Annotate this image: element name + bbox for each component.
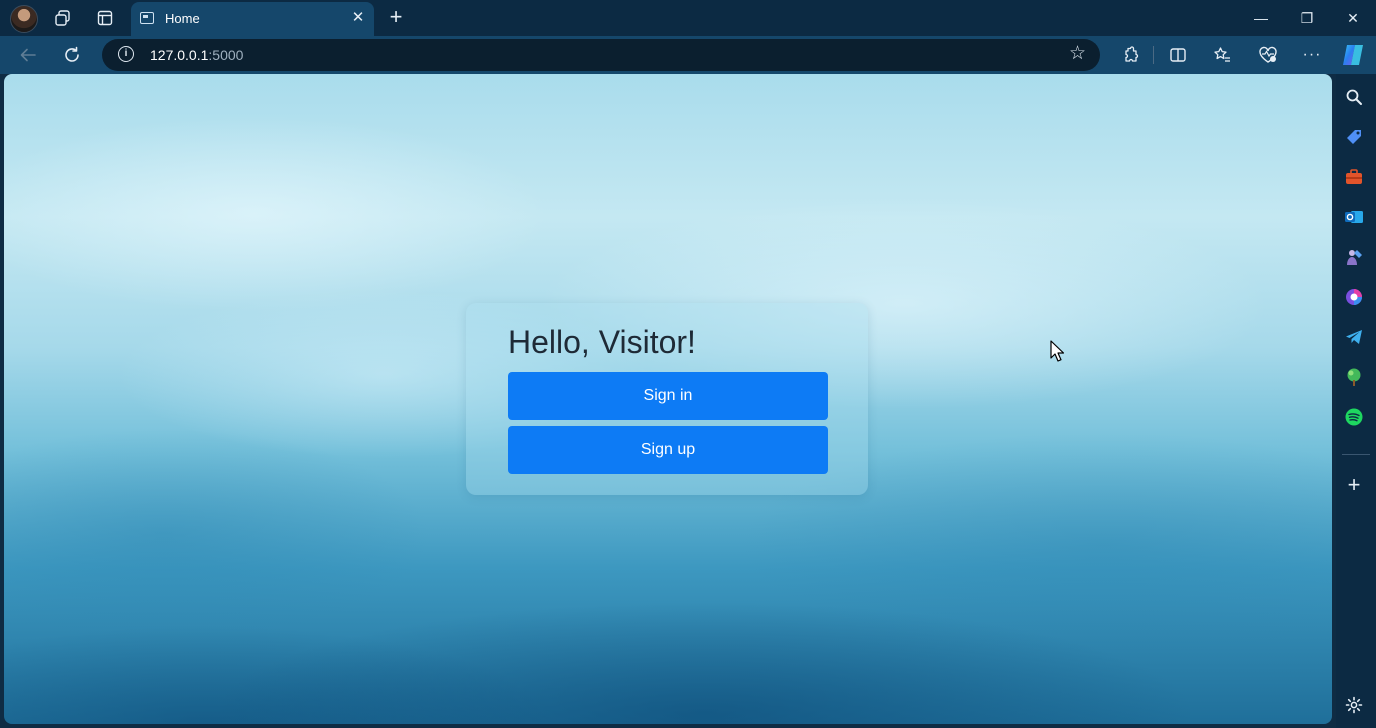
- browser-essentials-button[interactable]: [1254, 41, 1282, 69]
- copilot-sidebar-icon[interactable]: [1344, 287, 1364, 307]
- site-info-icon[interactable]: i: [118, 46, 134, 62]
- page-heading: Hello, Visitor!: [508, 324, 696, 360]
- spotify-icon[interactable]: [1344, 407, 1364, 427]
- address-bar[interactable]: i 127.0.0.1:5000 ☆: [102, 39, 1100, 71]
- search-icon[interactable]: [1344, 87, 1364, 107]
- edge-sidebar: +: [1336, 74, 1376, 728]
- back-button[interactable]: [14, 41, 42, 69]
- toolbar-separator: [1153, 46, 1154, 64]
- shopping-tag-icon[interactable]: [1344, 127, 1364, 147]
- puzzle-icon: [1125, 46, 1139, 62]
- outlook-icon[interactable]: [1344, 207, 1364, 227]
- sign-up-button[interactable]: Sign up: [508, 426, 828, 474]
- favorites-button[interactable]: [1208, 41, 1236, 69]
- sidebar-separator: [1342, 454, 1370, 455]
- restore-button[interactable]: ❐: [1284, 6, 1330, 30]
- settings-icon[interactable]: [1344, 695, 1364, 715]
- favorite-star-icon[interactable]: ☆: [1069, 44, 1086, 64]
- back-arrow-icon: [20, 48, 36, 62]
- tree-icon[interactable]: [1344, 367, 1364, 387]
- tools-icon[interactable]: [1344, 167, 1364, 187]
- welcome-card: Hello, Visitor! Sign in Sign up: [466, 303, 868, 495]
- page-viewport: Hello, Visitor! Sign in Sign up: [4, 74, 1332, 724]
- tab-close-icon[interactable]: ✕: [350, 10, 366, 26]
- telegram-icon[interactable]: [1344, 327, 1364, 347]
- more-options-button[interactable]: ···: [1298, 41, 1326, 69]
- favorites-icon: [1214, 47, 1230, 62]
- url-port: :5000: [208, 47, 244, 63]
- minimize-button[interactable]: —: [1238, 6, 1284, 30]
- split-screen-button[interactable]: [1164, 41, 1192, 69]
- window-close-button[interactable]: ✕: [1330, 6, 1376, 30]
- refresh-icon: [65, 46, 79, 62]
- games-icon[interactable]: [1344, 247, 1364, 267]
- split-screen-icon: [1170, 48, 1186, 62]
- sign-in-button[interactable]: Sign in: [508, 372, 828, 420]
- tab-title: Home: [165, 11, 200, 26]
- tab-home[interactable]: Home ✕: [131, 2, 374, 36]
- add-icon[interactable]: +: [1344, 472, 1364, 497]
- refresh-button[interactable]: [58, 41, 86, 69]
- mouse-cursor-icon: [1050, 340, 1064, 362]
- url-text[interactable]: 127.0.0.1:5000: [150, 47, 243, 63]
- toolbar: i 127.0.0.1:5000 ☆ ···: [0, 36, 1376, 74]
- url-host: 127.0.0.1: [150, 47, 209, 63]
- copilot-icon[interactable]: [1340, 42, 1366, 68]
- workspaces-icon[interactable]: [52, 7, 74, 29]
- new-tab-button[interactable]: +: [384, 6, 408, 30]
- profile-avatar[interactable]: [10, 5, 38, 33]
- tab-strip: Home ✕ + — ❐ ✕: [0, 0, 1376, 36]
- extensions-button[interactable]: [1116, 41, 1144, 69]
- heart-pulse-icon: [1259, 46, 1277, 63]
- page-favicon-icon: [140, 12, 154, 24]
- tab-actions-icon[interactable]: [94, 7, 116, 29]
